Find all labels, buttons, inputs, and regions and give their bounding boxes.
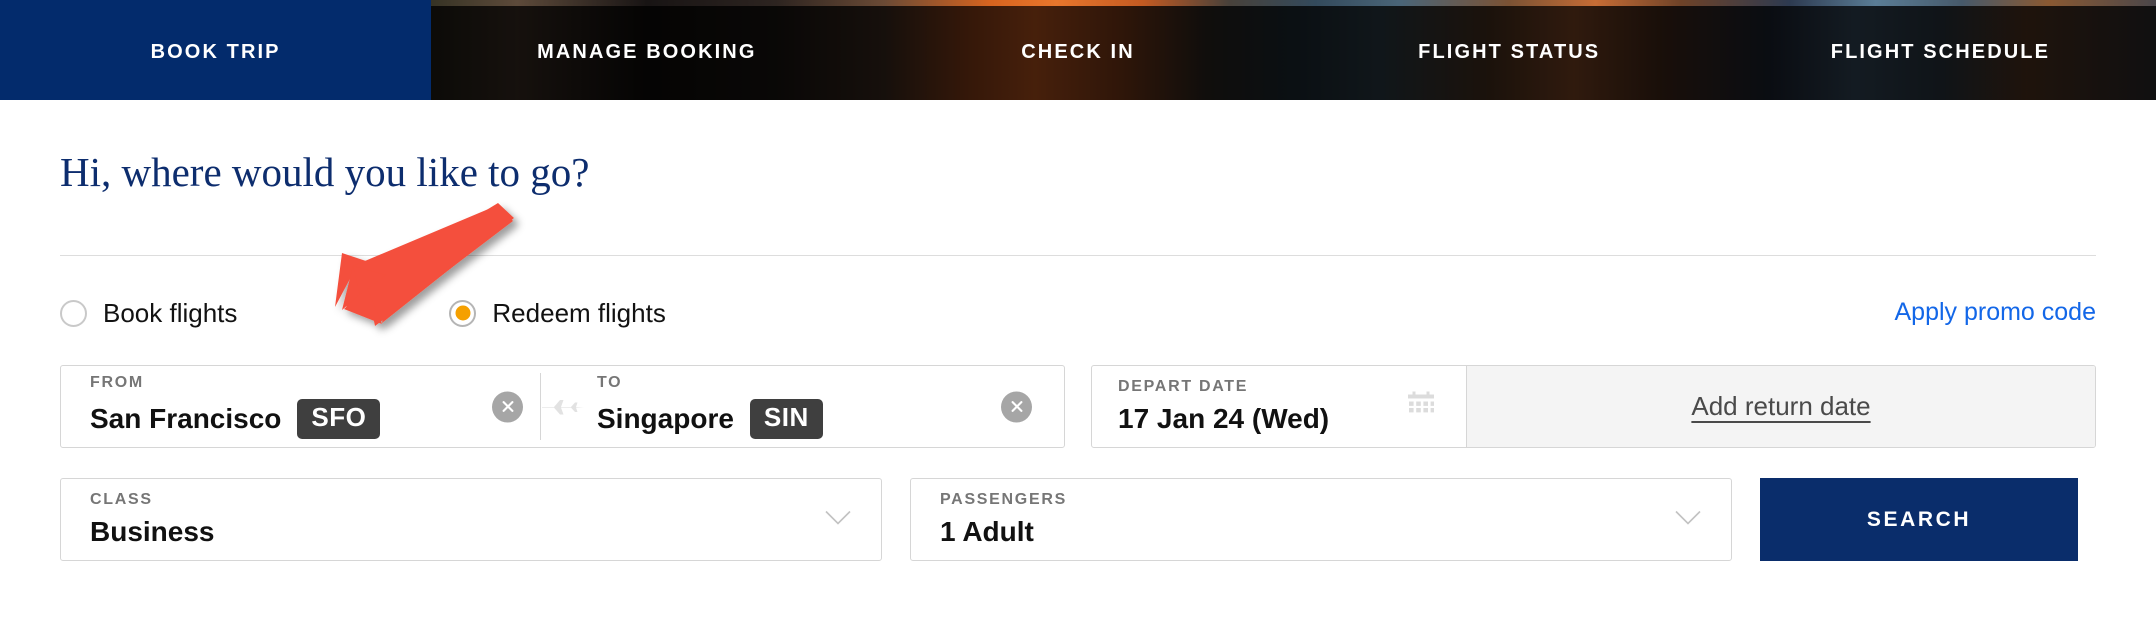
nav-item-manage-booking[interactable]: MANAGE BOOKING [431, 0, 862, 100]
to-label: TO [597, 374, 623, 392]
radio-redeem-flights[interactable]: Redeem flights [449, 297, 666, 329]
from-airport-code-badge: SFO [297, 398, 381, 439]
from-field[interactable]: FROM San Francisco SFO [61, 366, 557, 447]
class-passengers-search-row: CLASS Business PASSENGERS 1 Adult SEARCH [60, 478, 2096, 561]
passengers-select[interactable]: PASSENGERS 1 Adult [910, 478, 1732, 561]
add-return-date-button[interactable]: Add return date [1467, 366, 2095, 447]
add-return-date-label: Add return date [1691, 391, 1871, 421]
from-city-value: San Francisco [90, 402, 282, 434]
nav-item-check-in[interactable]: CHECK IN [862, 0, 1293, 100]
to-airport-code-badge: SIN [749, 398, 823, 439]
primary-navigation: BOOK TRIP MANAGE BOOKING CHECK IN FLIGHT… [0, 0, 2156, 100]
class-value: Business [90, 515, 215, 547]
depart-date-label: DEPART DATE [1118, 378, 1249, 396]
search-button[interactable]: SEARCH [1760, 478, 2078, 561]
nav-item-label: BOOK TRIP [150, 40, 281, 63]
class-label: CLASS [90, 491, 153, 509]
nav-item-label: MANAGE BOOKING [537, 40, 757, 63]
page-title: Hi, where would you like to go? [60, 149, 590, 195]
to-clear-icon[interactable] [1001, 391, 1032, 422]
to-field[interactable]: TO Singapore SIN [557, 366, 1064, 447]
section-divider [60, 255, 2096, 256]
radio-book-flights[interactable]: Book flights [60, 298, 237, 329]
dates-group: DEPART DATE 17 Jan 24 (Wed) Add return d… [1091, 365, 2096, 448]
to-city-value: Singapore [597, 402, 734, 434]
nav-item-flight-schedule[interactable]: FLIGHT SCHEDULE [1725, 0, 2156, 100]
depart-date-value: 17 Jan 24 (Wed) [1118, 402, 1330, 434]
chevron-down-icon [1675, 509, 1701, 530]
radio-label: Book flights [103, 297, 238, 328]
nav-item-flight-status[interactable]: FLIGHT STATUS [1294, 0, 1725, 100]
passengers-value: 1 Adult [940, 515, 1034, 547]
origin-destination-date-row: FROM San Francisco SFO TO Singapore SIN … [60, 365, 2096, 448]
radio-circle-selected-icon [449, 299, 477, 327]
nav-item-label: FLIGHT SCHEDULE [1830, 40, 2051, 63]
nav-item-label: FLIGHT STATUS [1418, 40, 1601, 63]
class-select[interactable]: CLASS Business [60, 478, 882, 561]
depart-date-field[interactable]: DEPART DATE 17 Jan 24 (Wed) [1092, 366, 1467, 447]
chevron-down-icon [825, 509, 851, 530]
calendar-icon [1406, 389, 1436, 424]
radio-label: Redeem flights [492, 297, 666, 328]
booking-page: BOOK TRIP MANAGE BOOKING CHECK IN FLIGHT… [0, 0, 2156, 624]
radio-circle-icon [60, 299, 87, 327]
nav-item-book-trip[interactable]: BOOK TRIP [0, 0, 432, 100]
origin-destination-group: FROM San Francisco SFO TO Singapore SIN [60, 365, 1065, 448]
nav-item-label: CHECK IN [1021, 40, 1135, 63]
trip-type-radio-group: Book flights Redeem flights [60, 295, 666, 331]
from-label: FROM [90, 374, 144, 392]
apply-promo-code-link[interactable]: Apply promo code [1894, 298, 2096, 327]
from-clear-icon[interactable] [492, 391, 523, 422]
passengers-label: PASSENGERS [940, 491, 1067, 509]
annotation-arrow [320, 195, 530, 365]
